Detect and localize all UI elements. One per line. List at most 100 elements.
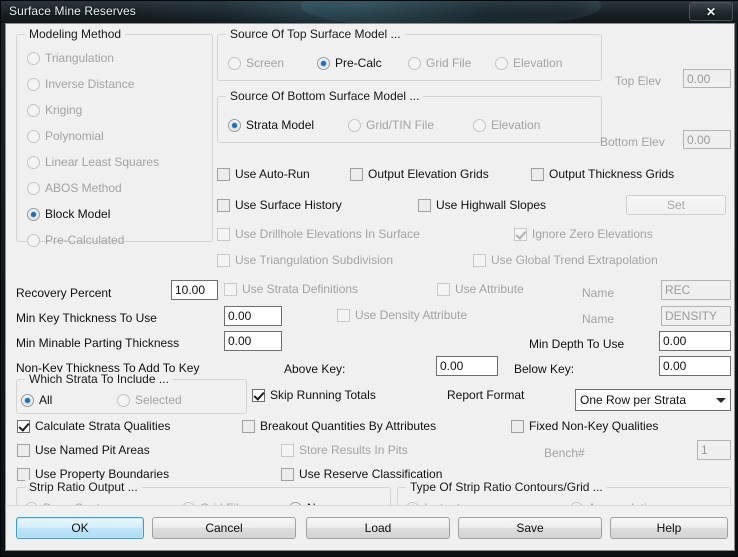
checkbox-label: Skip Running Totals [270,388,376,402]
checkbox-box-icon [281,443,294,457]
attribute-name-label: Name [582,286,615,300]
checkbox-use-surface-history[interactable]: Use Surface History [217,198,342,212]
radio-top-screen[interactable]: Screen [228,56,284,70]
titlebar-glow [141,1,571,23]
min-minable-parting-label: Min Minable Parting Thickness [16,336,180,350]
checkbox-box-icon [217,253,230,267]
checkbox-fixed-non-key-qualities[interactable]: Fixed Non-Key Qualities [511,419,658,433]
radio-dot-icon [27,77,40,91]
close-icon[interactable]: ✕ [689,2,733,21]
bottom-elev-input[interactable]: 0.00 [683,130,731,149]
titlebar-glow-secondary [301,1,601,23]
report-format-select[interactable]: One Row per Strata [575,389,731,411]
checkbox-box-icon [511,419,524,433]
radio-bottom-elevation[interactable]: Elevation [473,118,540,132]
density-name-input[interactable]: DENSITY [661,306,731,326]
checkbox-label: Use Highwall Slopes [436,198,547,212]
checkbox-use-triangulation-subdivision[interactable]: Use Triangulation Subdivision [217,253,393,267]
checkbox-use-attribute[interactable]: Use Attribute [437,282,524,296]
checkbox-box-icon [473,253,486,267]
checkbox-label: Output Thickness Grids [549,167,675,181]
dialog-button-bar: OK Cancel Load Save Help [5,505,735,551]
radio-label: Linear Least Squares [45,155,160,169]
checkbox-output-elevation-grids[interactable]: Output Elevation Grids [350,167,489,181]
checkbox-use-named-pit-areas[interactable]: Use Named Pit Areas [17,443,150,457]
radio-top-grid-file[interactable]: Grid File [408,56,471,70]
checkbox-box-icon [437,282,450,296]
ok-button[interactable]: OK [16,517,144,539]
checkbox-use-density-attribute[interactable]: Use Density Attribute [337,308,467,322]
bench-number-input[interactable]: 1 [697,440,731,460]
checkbox-calculate-strata-qualities[interactable]: Calculate Strata Qualities [17,419,170,433]
help-button[interactable]: Help [610,517,728,539]
checkbox-use-highwall-slopes[interactable]: Use Highwall Slopes [418,198,546,212]
radio-strata-selected[interactable]: Selected [117,393,182,407]
radio-polynomial[interactable]: Polynomial [27,129,104,143]
radio-label: Strata Model [246,118,315,132]
radio-bottom-grid-tin-file[interactable]: Grid/TIN File [348,118,434,132]
report-format-value: One Row per Strata [580,393,687,407]
checkbox-box-icon [281,467,294,481]
min-minable-parting-input[interactable]: 0.00 [224,331,282,351]
top-surface-model-group: Source Of Top Surface Model ... Screen P… [217,27,602,81]
min-depth-label: Min Depth To Use [529,337,625,351]
checkbox-box-icon [242,419,255,433]
checkbox-label: Use Global Trend Extrapolation [491,253,658,267]
radio-dot-icon [27,233,40,247]
radio-abos-method[interactable]: ABOS Method [27,181,122,195]
checkbox-box-icon [217,198,230,212]
checkbox-box-icon [252,388,265,402]
radio-pre-calculated[interactable]: Pre-Calculated [27,233,124,247]
min-depth-input[interactable]: 0.00 [659,331,731,351]
checkbox-skip-running-totals[interactable]: Skip Running Totals [252,388,376,402]
checkbox-use-global-trend-extrapolation[interactable]: Use Global Trend Extrapolation [473,253,658,267]
bench-number-label: Bench# [544,446,585,460]
density-name-label: Name [582,312,615,326]
checkbox-label: Output Elevation Grids [368,167,489,181]
set-button[interactable]: Set [626,195,726,215]
top-elev-input[interactable]: 0.00 [683,69,731,88]
radio-strata-all[interactable]: All [21,393,52,407]
checkbox-use-property-boundaries[interactable]: Use Property Boundaries [17,467,169,481]
radio-block-model[interactable]: Block Model [27,207,110,221]
checkbox-use-auto-run[interactable]: Use Auto-Run [217,167,310,181]
checkbox-label: Use Property Boundaries [35,467,170,481]
save-button[interactable]: Save [458,517,602,539]
attribute-name-input[interactable]: REC [661,280,731,300]
radio-label: Elevation [491,118,541,132]
checkbox-use-strata-definitions[interactable]: Use Strata Definitions [224,282,358,296]
checkbox-breakout-quantities[interactable]: Breakout Quantities By Attributes [242,419,436,433]
checkbox-label: Calculate Strata Qualities [35,419,171,433]
recovery-percent-input[interactable]: 10.00 [171,280,218,300]
above-key-label: Above Key: [284,362,346,376]
checkbox-box-icon [217,167,230,181]
radio-top-pre-calc[interactable]: Pre-Calc [317,56,382,70]
radio-inverse-distance[interactable]: Inverse Distance [27,77,134,91]
checkbox-use-drillhole-elevations[interactable]: Use Drillhole Elevations In Surface [217,227,420,241]
cancel-button[interactable]: Cancel [152,517,296,539]
below-key-input[interactable]: 0.00 [659,356,731,376]
checkbox-label: Use Surface History [235,198,342,212]
checkbox-use-reserve-classification[interactable]: Use Reserve Classification [281,467,442,481]
bottom-elev-label: Bottom Elev [600,135,665,149]
radio-triangulation[interactable]: Triangulation [27,51,114,65]
radio-dot-icon [27,51,40,65]
checkbox-output-thickness-grids[interactable]: Output Thickness Grids [531,167,674,181]
min-key-thickness-label: Min Key Thickness To Use [16,311,157,325]
checkbox-label: Use Auto-Run [235,167,310,181]
radio-label: Screen [246,56,285,70]
above-key-input[interactable]: 0.00 [436,356,498,376]
checkbox-ignore-zero-elevations[interactable]: Ignore Zero Elevations [514,227,653,241]
radio-label: Block Model [45,207,111,221]
radio-kriging[interactable]: Kriging [27,103,82,117]
checkbox-label: Store Results In Pits [299,443,408,457]
radio-top-elevation[interactable]: Elevation [495,56,562,70]
min-key-thickness-input[interactable]: 0.00 [224,306,282,326]
radio-bottom-strata-model[interactable]: Strata Model [228,118,314,132]
bottom-surface-model-group: Source Of Bottom Surface Model ... Strat… [217,89,602,143]
checkbox-store-results-in-pits[interactable]: Store Results In Pits [281,443,408,457]
load-button[interactable]: Load [306,517,450,539]
checkbox-box-icon [418,198,431,212]
radio-linear-least-squares[interactable]: Linear Least Squares [27,155,159,169]
strip-ratio-output-title: Strip Ratio Output ... [25,480,142,494]
